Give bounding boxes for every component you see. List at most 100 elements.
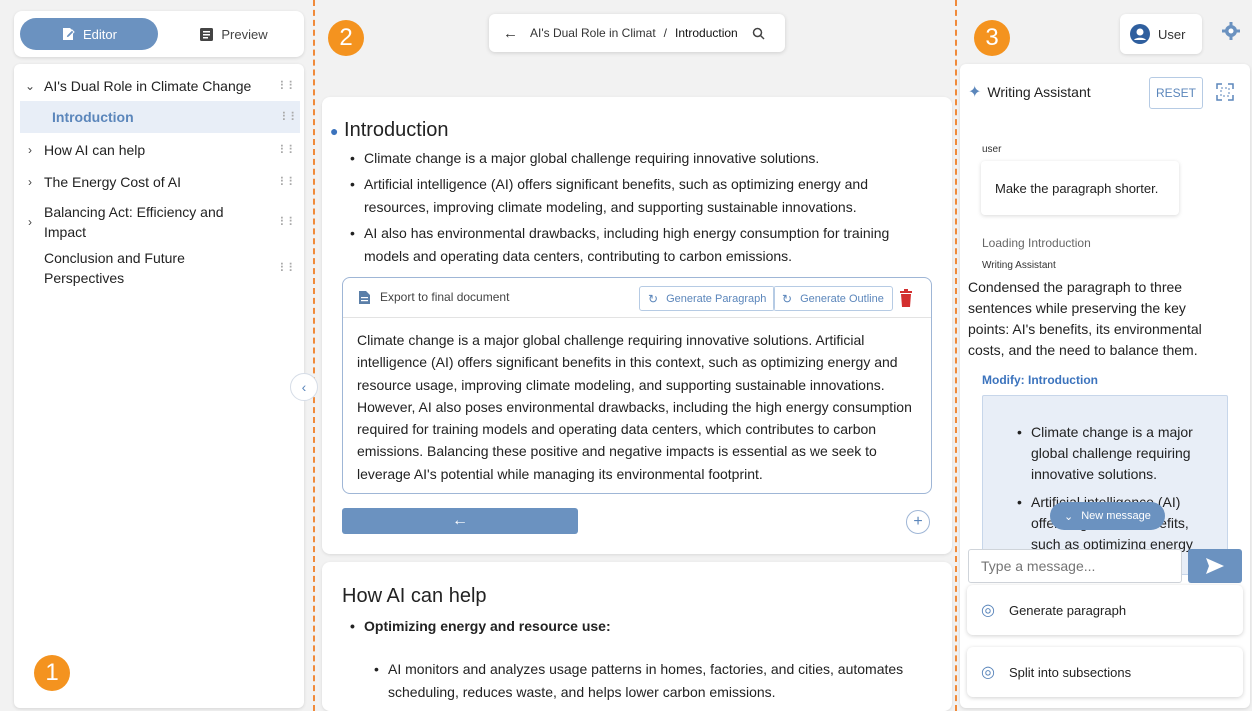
document-icon (359, 290, 370, 304)
list-item: AI also has environmental drawbacks, inc… (350, 222, 910, 268)
expand-icon[interactable] (1216, 83, 1234, 101)
mode-toggle: Editor Preview (14, 11, 304, 57)
panel-divider-left (313, 0, 315, 711)
section-bullets: Optimizing energy and resource use: AI m… (350, 615, 930, 707)
user-message: Make the paragraph shorter. (981, 161, 1179, 215)
assistant-role-label: Writing Assistant (982, 260, 1056, 271)
outline-item-label: How AI can help (44, 142, 146, 158)
editor-tab-label: Editor (83, 26, 117, 42)
generate-paragraph-label: Generate Paragraph (666, 292, 767, 305)
paragraph-editor[interactable]: Export to final document ↻ Generate Para… (342, 277, 932, 494)
back-arrow-icon[interactable]: ← (503, 25, 518, 42)
outline-item-energy-cost[interactable]: › The Energy Cost of AI ⠇⠇ (22, 171, 298, 193)
loading-status: Loading Introduction (982, 236, 1091, 250)
list-item: Optimizing energy and resource use: (350, 615, 930, 638)
paragraph-text[interactable]: Climate change is a major global challen… (357, 329, 923, 485)
outline-item-label: Introduction (52, 109, 134, 125)
assistant-title: Writing Assistant (987, 84, 1091, 100)
user-avatar-icon (1130, 24, 1150, 44)
chevron-right-icon[interactable]: › (22, 143, 38, 157)
generate-outline-label: Generate Outline (800, 292, 884, 305)
list-item: Climate change is a major global challen… (350, 147, 910, 170)
drag-handle-icon[interactable]: ⠇⠇ (278, 175, 298, 189)
drag-handle-icon[interactable]: ⠇⠇ (278, 79, 298, 93)
add-section-button[interactable]: + (906, 510, 930, 534)
user-label: User (1158, 26, 1186, 42)
list-item: Climate change is a major global challen… (1017, 422, 1213, 485)
assistant-response: Condensed the paragraph to three sentenc… (968, 279, 1202, 358)
send-button[interactable] (1188, 549, 1242, 583)
assistant-header: ✦ Writing Assistant (968, 82, 1091, 102)
outline-root-label: AI's Dual Role in Climate Change (44, 78, 252, 94)
breadcrumb: ← AI's Dual Role in Climat / Introductio… (489, 14, 785, 52)
drag-handle-icon[interactable]: ⠇⠇ (278, 215, 298, 229)
document-icon (200, 27, 214, 41)
chevron-right-icon[interactable]: › (22, 175, 38, 189)
outline-item-balancing-act[interactable]: › Balancing Act: Efficiency and Impact ⠇… (22, 200, 298, 244)
section-title-text: Introduction (344, 119, 449, 141)
section-title: ● Introduction (330, 119, 449, 142)
generate-outline-button[interactable]: ↻ Generate Outline (773, 286, 893, 311)
cursor-click-icon: ◎ (981, 664, 995, 681)
step-badge-3: 3 (974, 20, 1010, 56)
editor-toolbar: Export to final document ↻ Generate Para… (343, 278, 931, 318)
panel-divider-right (955, 0, 957, 711)
outline-panel: ⌄ AI's Dual Role in Climate Change ⠇⠇ In… (14, 64, 304, 708)
trash-icon[interactable] (899, 289, 913, 307)
generate-paragraph-action[interactable]: ◎ Generate paragraph (967, 585, 1243, 635)
chevron-down-icon: ⌄ (1064, 510, 1074, 523)
collapse-sidebar-button[interactable]: ‹ (290, 373, 318, 401)
gear-icon[interactable] (1222, 22, 1240, 40)
chevron-right-icon[interactable]: › (22, 215, 38, 229)
outline-item-label: Balancing Act: Efficiency and Impact (44, 204, 224, 240)
message-input[interactable] (968, 549, 1182, 583)
sparkle-icon: ✦ (968, 84, 982, 101)
action-label: Split into subsections (1008, 664, 1132, 680)
drag-handle-icon[interactable]: ⠇⠇ (280, 110, 300, 124)
user-role-label: user (982, 144, 1002, 155)
reset-button[interactable]: RESET (1149, 77, 1203, 109)
outline-item-introduction[interactable]: Introduction ⠇⠇ (20, 101, 300, 133)
preview-tab-label: Preview (221, 26, 268, 42)
breadcrumb-parent[interactable]: AI's Dual Role in Climat (530, 26, 656, 40)
edit-icon (63, 28, 75, 40)
outline-item-conclusion[interactable]: Conclusion and Future Perspectives ⠇⠇ (22, 246, 298, 290)
outline-item-how-ai-can-help[interactable]: › How AI can help ⠇⠇ (22, 139, 298, 161)
breadcrumb-current: Introduction (675, 26, 738, 40)
step-badge-1: 1 (34, 655, 70, 691)
cursor-click-icon: ◎ (981, 602, 995, 619)
step-badge-2: 2 (328, 20, 364, 56)
modify-preview: Climate change is a major global challen… (982, 395, 1228, 575)
outline-item-label: Conclusion and Future Perspectives (44, 250, 185, 286)
drag-handle-icon[interactable]: ⠇⠇ (278, 143, 298, 157)
back-button[interactable]: ← (342, 508, 578, 534)
section-bullets: Climate change is a major global challen… (350, 147, 910, 271)
new-message-label: New message (1081, 510, 1151, 522)
preview-tab[interactable]: Preview (174, 18, 294, 50)
search-icon[interactable] (752, 27, 765, 40)
refresh-icon: ↻ (648, 291, 659, 306)
user-menu-button[interactable]: User (1120, 14, 1202, 54)
refresh-icon: ↻ (782, 291, 793, 306)
sub-list-item: AI monitors and analyzes usage patterns … (374, 658, 930, 704)
drag-handle-icon[interactable]: ⠇⠇ (278, 261, 298, 275)
action-label: Generate paragraph (1008, 602, 1127, 618)
modify-label[interactable]: Modify: Introduction (982, 373, 1098, 387)
split-subsections-action[interactable]: ◎ Split into subsections (967, 647, 1243, 697)
assistant-panel: ✦ Writing Assistant RESET user Make the … (960, 64, 1250, 708)
export-button[interactable]: Export to final document (359, 290, 509, 304)
export-label: Export to final document (380, 290, 510, 304)
generate-paragraph-button[interactable]: ↻ Generate Paragraph (639, 286, 776, 311)
chevron-down-icon[interactable]: ⌄ (22, 79, 38, 93)
section-title: How AI can help (342, 585, 487, 607)
section-dot-icon: ● (330, 123, 339, 139)
new-message-button[interactable]: ⌄ New message (1050, 502, 1165, 530)
outline-root[interactable]: ⌄ AI's Dual Role in Climate Change ⠇⠇ (22, 75, 298, 97)
arrow-left-icon: ← (452, 512, 468, 529)
send-icon (1206, 558, 1224, 574)
outline-item-label: The Energy Cost of AI (44, 174, 181, 190)
list-item: Artificial intelligence (AI) offers sign… (350, 173, 910, 219)
breadcrumb-separator: / (663, 26, 668, 40)
chevron-left-icon: ‹ (301, 379, 307, 395)
editor-tab[interactable]: Editor (20, 18, 158, 50)
